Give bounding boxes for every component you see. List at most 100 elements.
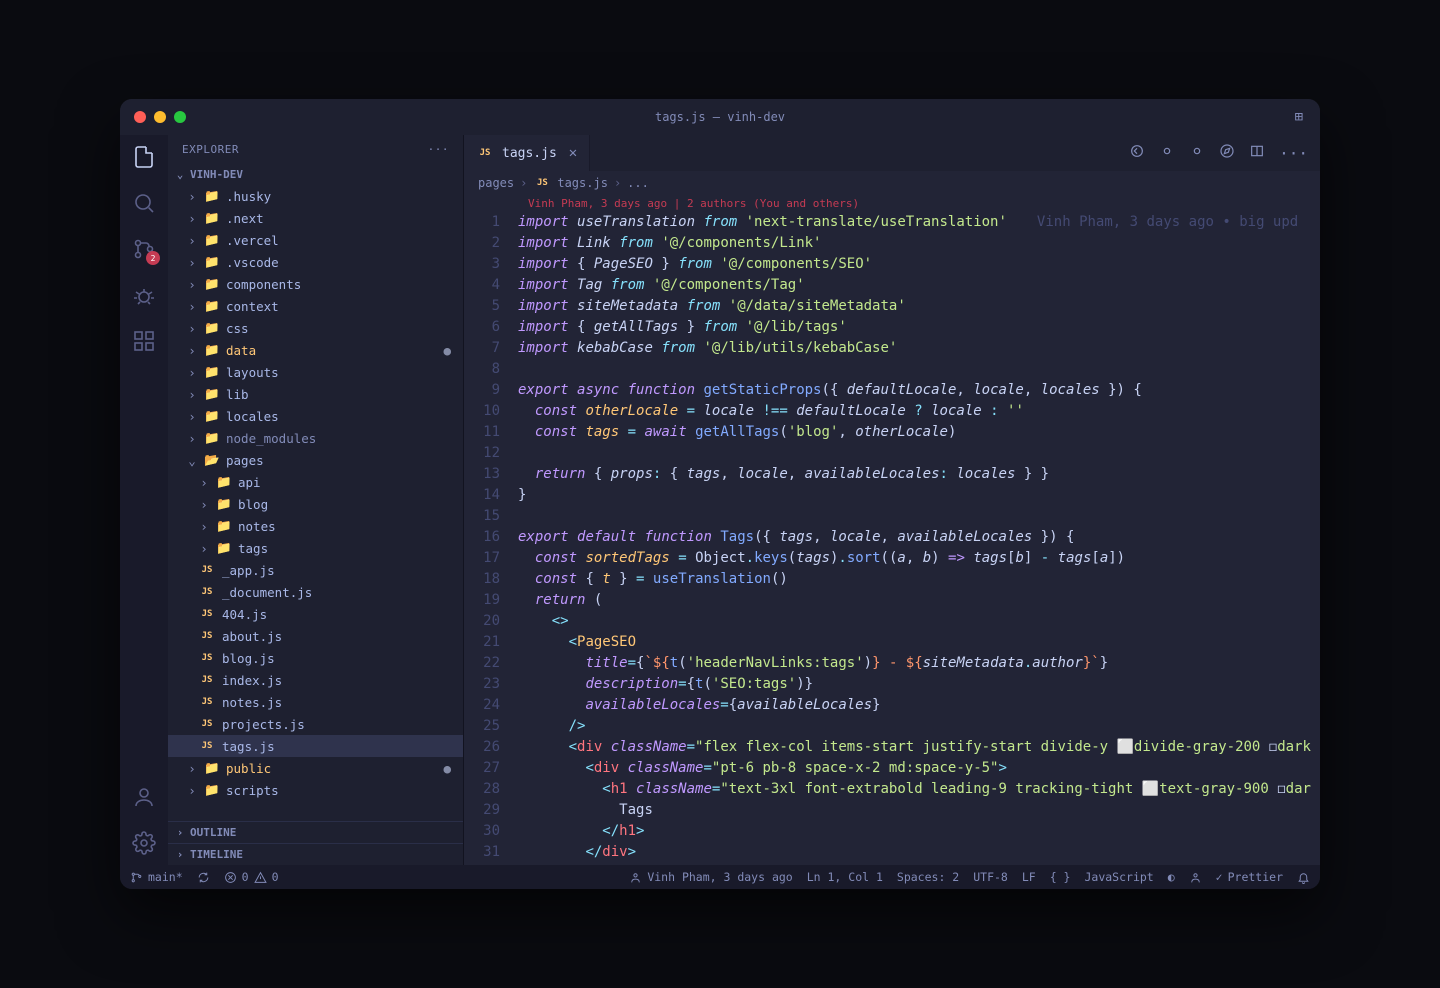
code-line[interactable]: 7import kebabCase from '@/lib/utils/keba… [464, 338, 1320, 359]
code-line[interactable]: 21 <PageSEO [464, 632, 1320, 653]
code-line[interactable]: 29 Tags [464, 800, 1320, 821]
breadcrumb-part[interactable]: pages [478, 176, 514, 190]
status-theme-icon[interactable]: ◐ [1168, 870, 1175, 884]
split-editor-icon[interactable] [1249, 143, 1265, 163]
folder-node_modules[interactable]: ›📁node_modules [168, 427, 463, 449]
line-content[interactable]: export async function getStaticProps({ d… [518, 380, 1320, 401]
line-content[interactable] [518, 506, 1320, 527]
code-line[interactable]: 18 const { t } = useTranslation() [464, 569, 1320, 590]
status-cursor[interactable]: Ln 1, Col 1 [807, 870, 883, 884]
outline-section[interactable]: › OUTLINE [168, 821, 463, 843]
folder--vercel[interactable]: ›📁.vercel [168, 229, 463, 251]
line-content[interactable]: } [518, 485, 1320, 506]
debug-icon[interactable] [130, 281, 158, 309]
breadcrumb-part[interactable]: ... [627, 176, 649, 190]
code-line[interactable]: 23 description={t('SEO:tags')} [464, 674, 1320, 695]
code-line[interactable]: 3import { PageSEO } from '@/components/S… [464, 254, 1320, 275]
go-back-icon[interactable] [1129, 143, 1145, 163]
folder-layouts[interactable]: ›📁layouts [168, 361, 463, 383]
status-prettier[interactable]: ✓ Prettier [1216, 870, 1283, 884]
folder-notes[interactable]: ›📁notes [168, 515, 463, 537]
code-line[interactable]: 30 </h1> [464, 821, 1320, 842]
tab-tags-js[interactable]: JS tags.js ✕ [464, 135, 590, 171]
search-icon[interactable] [130, 189, 158, 217]
code-line[interactable]: 14} [464, 485, 1320, 506]
status-bracket-icon[interactable]: { } [1050, 870, 1071, 884]
folder-css[interactable]: ›📁css [168, 317, 463, 339]
code-line[interactable]: 32 <div className="flex flex-wrap max-w-… [464, 863, 1320, 865]
nav-prev-icon[interactable] [1159, 143, 1175, 163]
code-line[interactable]: 2import Link from '@/components/Link' [464, 233, 1320, 254]
code-line[interactable]: 22 title={`${t('headerNavLinks:tags')} -… [464, 653, 1320, 674]
code-line[interactable]: 11 const tags = await getAllTags('blog',… [464, 422, 1320, 443]
folder-blog[interactable]: ›📁blog [168, 493, 463, 515]
code-line[interactable]: 12 [464, 443, 1320, 464]
project-header[interactable]: ⌄ VINH-DEV [168, 164, 463, 185]
layout-icon[interactable]: ⊞ [1295, 109, 1306, 125]
status-language[interactable]: JavaScript [1084, 870, 1153, 884]
folder-components[interactable]: ›📁components [168, 273, 463, 295]
status-spaces[interactable]: Spaces: 2 [897, 870, 959, 884]
code-line[interactable]: 4import Tag from '@/components/Tag' [464, 275, 1320, 296]
file-404-js[interactable]: JS404.js [168, 603, 463, 625]
folder--next[interactable]: ›📁.next [168, 207, 463, 229]
file-blog-js[interactable]: JSblog.js [168, 647, 463, 669]
file-projects-js[interactable]: JSprojects.js [168, 713, 463, 735]
sidebar-more-icon[interactable]: ··· [428, 143, 449, 156]
breadcrumbs[interactable]: pages › JS tags.js › ... [464, 171, 1320, 195]
folder-api[interactable]: ›📁api [168, 471, 463, 493]
line-content[interactable]: return ( [518, 590, 1320, 611]
code-line[interactable]: 20 <> [464, 611, 1320, 632]
status-user-icon[interactable] [1189, 871, 1202, 884]
gitlens-authors[interactable]: Vinh Pham, 3 days ago | 2 authors (You a… [464, 195, 1320, 212]
code-line[interactable]: 1import useTranslation from 'next-transl… [464, 212, 1320, 233]
code-line[interactable]: 9export async function getStaticProps({ … [464, 380, 1320, 401]
line-content[interactable]: Tags [518, 800, 1320, 821]
folder-data[interactable]: ›📁data● [168, 339, 463, 361]
file-tags-js[interactable]: JStags.js [168, 735, 463, 757]
line-content[interactable]: const { t } = useTranslation() [518, 569, 1320, 590]
code-line[interactable]: 25 /> [464, 716, 1320, 737]
line-content[interactable]: description={t('SEO:tags')} [518, 674, 1320, 695]
line-content[interactable]: /> [518, 716, 1320, 737]
folder-pages[interactable]: ⌄📂pages [168, 449, 463, 471]
line-content[interactable]: availableLocales={availableLocales} [518, 695, 1320, 716]
extensions-icon[interactable] [130, 327, 158, 355]
folder-lib[interactable]: ›📁lib [168, 383, 463, 405]
folder-locales[interactable]: ›📁locales [168, 405, 463, 427]
file-about-js[interactable]: JSabout.js [168, 625, 463, 647]
file-notes-js[interactable]: JSnotes.js [168, 691, 463, 713]
status-eol[interactable]: LF [1022, 870, 1036, 884]
line-content[interactable]: </h1> [518, 821, 1320, 842]
folder-public[interactable]: ›📁public● [168, 757, 463, 779]
code-line[interactable]: 17 const sortedTags = Object.keys(tags).… [464, 548, 1320, 569]
code-line[interactable]: 13 return { props: { tags, locale, avail… [464, 464, 1320, 485]
code-line[interactable]: 15 [464, 506, 1320, 527]
line-content[interactable]: </div> [518, 842, 1320, 863]
folder-context[interactable]: ›📁context [168, 295, 463, 317]
line-content[interactable]: const tags = await getAllTags('blog', ot… [518, 422, 1320, 443]
folder-tags[interactable]: ›📁tags [168, 537, 463, 559]
nav-next-icon[interactable] [1189, 143, 1205, 163]
line-content[interactable]: import Tag from '@/components/Tag' [518, 275, 1320, 296]
code-line[interactable]: 26 <div className="flex flex-col items-s… [464, 737, 1320, 758]
breadcrumb-part[interactable]: tags.js [557, 176, 608, 190]
code-line[interactable]: 19 return ( [464, 590, 1320, 611]
line-content[interactable]: return { props: { tags, locale, availabl… [518, 464, 1320, 485]
code-line[interactable]: 6import { getAllTags } from '@/lib/tags' [464, 317, 1320, 338]
status-problems[interactable]: 0 0 [224, 870, 279, 884]
timeline-section[interactable]: › TIMELINE [168, 843, 463, 865]
line-content[interactable]: <> [518, 611, 1320, 632]
line-content[interactable]: <PageSEO [518, 632, 1320, 653]
code-line[interactable]: 10 const otherLocale = locale !== defaul… [464, 401, 1320, 422]
status-encoding[interactable]: UTF-8 [973, 870, 1008, 884]
line-content[interactable]: <h1 className="text-3xl font-extrabold l… [518, 779, 1320, 800]
line-content[interactable]: <div className="pt-6 pb-8 space-x-2 md:s… [518, 758, 1320, 779]
line-content[interactable]: import { PageSEO } from '@/components/SE… [518, 254, 1320, 275]
line-content[interactable]: export default function Tags({ tags, loc… [518, 527, 1320, 548]
folder-scripts[interactable]: ›📁scripts [168, 779, 463, 801]
line-content[interactable] [518, 443, 1320, 464]
code-line[interactable]: 28 <h1 className="text-3xl font-extrabol… [464, 779, 1320, 800]
code-line[interactable]: 27 <div className="pt-6 pb-8 space-x-2 m… [464, 758, 1320, 779]
line-content[interactable]: import siteMetadata from '@/data/siteMet… [518, 296, 1320, 317]
